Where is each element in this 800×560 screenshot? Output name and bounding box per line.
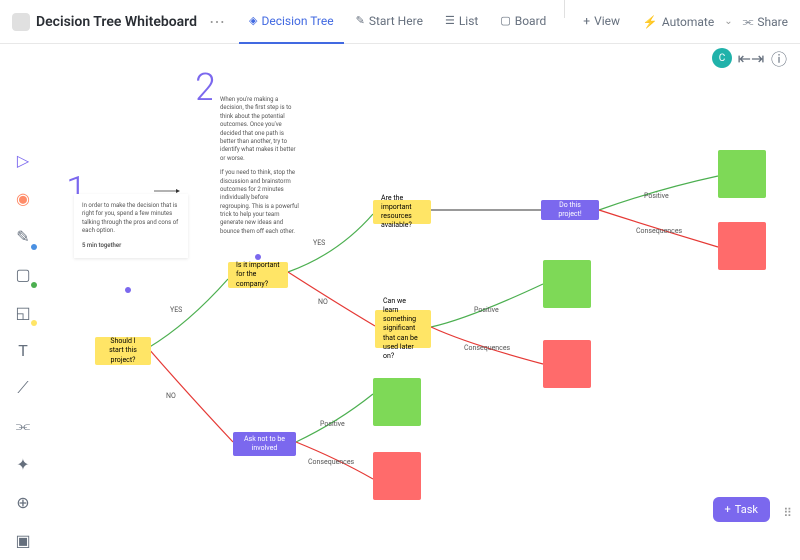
automate-button[interactable]: ⚡Automate [643,15,714,29]
edge-label-consequences: Consequences [464,344,510,352]
web-tool[interactable]: ⊕ [11,490,35,514]
view-tabs: ◈Decision Tree ✎Start Here ☰List ▢Board … [239,0,630,44]
edge-label-consequences: Consequences [636,227,682,235]
tab-list[interactable]: ☰List [435,0,488,44]
ai-tool[interactable]: ✦ [11,452,35,476]
edge-label-positive: Positive [644,192,669,200]
edge-label-yes: YES [170,306,182,314]
more-menu[interactable]: ⋯ [209,12,225,31]
new-task-button[interactable]: +Task [713,497,770,522]
text-tool[interactable]: T [11,338,35,362]
doc-icon: ✎ [356,14,365,27]
instruction-note-2[interactable]: When you're making a decision, the first… [212,88,307,244]
edge-label-positive: Positive [474,306,499,314]
plus-icon: + [725,503,731,516]
node-outcome-negative[interactable] [718,222,766,270]
node-important[interactable]: Is it important for the company? [228,262,288,288]
tab-board[interactable]: ▢Board [490,0,556,44]
cursor-tool[interactable]: ▷ [11,148,35,172]
add-view[interactable]: +View [573,0,630,44]
node-start[interactable]: Should I start this project? [95,337,151,365]
bolt-icon: ⚡ [643,15,658,29]
node-resources[interactable]: Are the important resources available? [373,200,431,224]
shape-add-tool[interactable]: ◉ [11,186,35,210]
share-icon: ⫘ [743,14,754,29]
node-learn[interactable]: Can we learn something significant that … [375,310,431,348]
rect-tool[interactable]: ▢ [11,262,35,286]
edge-label-yes: YES [313,239,325,247]
node-outcome-negative[interactable] [543,340,591,388]
plus-icon: + [583,14,590,28]
link-tool[interactable]: ⫘ [11,414,35,438]
instruction-note-1[interactable]: In order to make the decision that is ri… [74,194,188,258]
app-logo[interactable] [12,13,30,31]
connector-dot[interactable] [125,287,131,293]
edge-label-consequences: Consequences [308,458,354,466]
tool-palette: ▷ ◉ ✎ ▢ ◱ T ⟋ ⫘ ✦ ⊕ ▣ [7,140,39,560]
divider [564,0,565,18]
node-not-involved[interactable]: Ask not to be involved [233,432,296,456]
edge-label-no: NO [318,298,328,306]
whiteboard-canvas[interactable]: 1 In order to make the decision that is … [38,44,800,532]
node-do-project[interactable]: Do this project! [541,200,599,220]
node-outcome-positive[interactable] [543,260,591,308]
pen-tool[interactable]: ✎ [11,224,35,248]
node-outcome-positive[interactable] [718,150,766,198]
node-outcome-negative[interactable] [373,452,421,500]
list-icon: ☰ [445,14,455,27]
edge-label-no: NO [166,392,176,400]
sticky-tool[interactable]: ◱ [11,300,35,324]
share-button[interactable]: ⫘Share [743,14,788,29]
edge-label-positive: Positive [320,420,345,428]
tab-start-here[interactable]: ✎Start Here [346,0,433,44]
tab-decision-tree[interactable]: ◈Decision Tree [239,0,344,44]
resize-grip[interactable]: ⠿ [783,506,792,520]
connector-tool[interactable]: ⟋ [11,376,35,400]
chevron-down-icon[interactable]: ⌄ [724,16,732,27]
board-title[interactable]: Decision Tree Whiteboard [36,14,197,30]
connector-dot[interactable] [255,254,261,260]
board-icon: ▢ [500,14,510,27]
node-outcome-positive[interactable] [373,378,421,426]
whiteboard-icon: ◈ [249,14,257,27]
